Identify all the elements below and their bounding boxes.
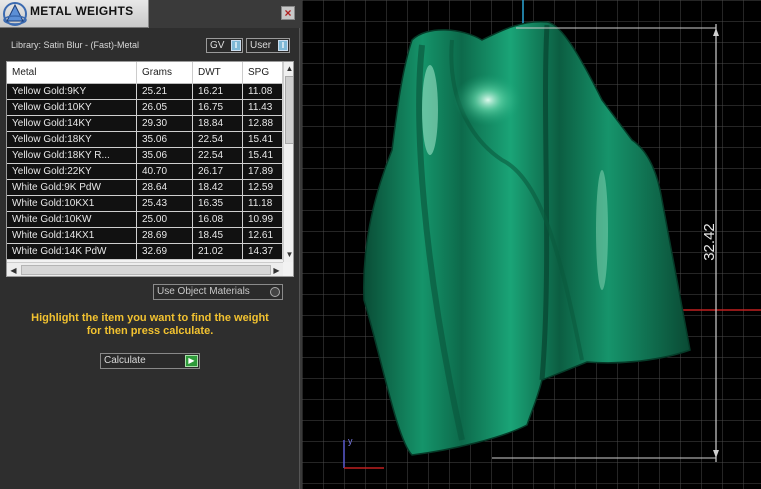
scroll-up-icon[interactable]: ▲ <box>284 63 293 74</box>
metal-cell: White Gold:10KW <box>7 212 137 227</box>
metal-cell: White Gold:10KX1 <box>7 196 137 211</box>
table-row[interactable]: Yellow Gold:18KY R... 35.06 22.54 15.41 <box>7 148 283 164</box>
scroll-down-icon[interactable]: ▼ <box>284 249 293 260</box>
dimension-label: 32.42 <box>701 223 718 261</box>
grams-cell: 25.43 <box>137 196 193 211</box>
table-row[interactable]: Yellow Gold:10KY 26.05 16.75 11.43 <box>7 100 283 116</box>
table-row[interactable]: White Gold:14KX1 28.69 18.45 12.61 <box>7 228 283 244</box>
viewport-canvas: 32.42 y <box>302 0 761 489</box>
spg-cell: 11.08 <box>243 84 283 99</box>
spg-cell: 12.59 <box>243 180 283 195</box>
dwt-cell: 18.84 <box>193 116 243 131</box>
table-row[interactable]: Yellow Gold:22KY 40.70 26.17 17.89 <box>7 164 283 180</box>
column-header-metal[interactable]: Metal <box>7 62 137 84</box>
axis-y-label: y <box>348 436 353 446</box>
scroll-left-icon[interactable]: ◀ <box>8 265 19 276</box>
toggle-switch-icon: I <box>231 40 241 51</box>
title-tab-area <box>148 0 300 28</box>
table-row[interactable]: White Gold:14K PdW 32.69 21.02 14.37 <box>7 244 283 260</box>
metal-cell: White Gold:14KX1 <box>7 228 137 243</box>
grams-cell: 26.05 <box>137 100 193 115</box>
metal-cell: Yellow Gold:10KY <box>7 100 137 115</box>
play-arrow-icon: ▶ <box>185 355 198 367</box>
table-header: Metal Grams DWT SPG <box>7 62 283 84</box>
spg-cell: 12.88 <box>243 116 283 131</box>
grams-cell: 28.69 <box>137 228 193 243</box>
spg-cell: 15.41 <box>243 132 283 147</box>
dwt-cell: 18.42 <box>193 180 243 195</box>
dwt-cell: 26.17 <box>193 164 243 179</box>
metal-cell: Yellow Gold:22KY <box>7 164 137 179</box>
metal-cell: Yellow Gold:9KY <box>7 84 137 99</box>
metal-table: Metal Grams DWT SPG Yellow Gold:9KY 25.21… <box>6 61 294 277</box>
metal-cell: Yellow Gold:18KY <box>7 132 137 147</box>
close-button[interactable]: × <box>281 6 295 20</box>
dwt-cell: 22.54 <box>193 132 243 147</box>
spg-cell: 10.99 <box>243 212 283 227</box>
scroll-thumb[interactable] <box>21 265 271 275</box>
use-object-materials-label: Use Object Materials <box>157 286 250 297</box>
app-logo-icon <box>3 2 27 26</box>
dwt-cell: 16.35 <box>193 196 243 211</box>
grams-cell: 25.00 <box>137 212 193 227</box>
calculate-label: Calculate <box>104 355 146 366</box>
use-object-materials-toggle[interactable]: Use Object Materials <box>153 284 283 300</box>
spg-cell: 12.61 <box>243 228 283 243</box>
gv-toggle[interactable]: GV I <box>206 38 243 53</box>
spg-cell: 11.43 <box>243 100 283 115</box>
vertical-scrollbar[interactable]: ▲ ▼ <box>283 62 293 262</box>
instruction-text: Highlight the item you want to find the … <box>10 312 290 338</box>
table-body: Yellow Gold:9KY 25.21 16.21 11.08 Yellow Gol… <box>7 84 283 260</box>
table-row[interactable]: Yellow Gold:18KY 35.06 22.54 15.41 <box>7 132 283 148</box>
metal-cell: White Gold:9K PdW <box>7 180 137 195</box>
metal-cell: White Gold:14K PdW <box>7 244 137 259</box>
metal-cell: Yellow Gold:18KY R... <box>7 148 137 163</box>
user-toggle[interactable]: User I <box>246 38 290 53</box>
column-header-dwt[interactable]: DWT <box>193 62 243 84</box>
metal-cell: Yellow Gold:14KY <box>7 116 137 131</box>
table-row[interactable]: White Gold:10KX1 25.43 16.35 11.18 <box>7 196 283 212</box>
dwt-cell: 16.21 <box>193 84 243 99</box>
calculate-button[interactable]: Calculate ▶ <box>100 353 200 369</box>
column-header-spg[interactable]: SPG <box>243 62 283 84</box>
dwt-cell: 16.08 <box>193 212 243 227</box>
dwt-cell: 16.75 <box>193 100 243 115</box>
panel-title: METAL WEIGHTS <box>30 4 134 18</box>
dwt-cell: 18.45 <box>193 228 243 243</box>
grams-cell: 29.30 <box>137 116 193 131</box>
library-label: Library: Satin Blur - (Fast)-Metal <box>11 40 140 50</box>
grams-cell: 40.70 <box>137 164 193 179</box>
table-row[interactable]: White Gold:9K PdW 28.64 18.42 12.59 <box>7 180 283 196</box>
scroll-thumb[interactable] <box>285 76 293 144</box>
grams-cell: 25.21 <box>137 84 193 99</box>
table-row[interactable]: Yellow Gold:14KY 29.30 18.84 12.88 <box>7 116 283 132</box>
radio-icon <box>270 287 280 297</box>
instruction-line-1: Highlight the item you want to find the … <box>31 312 269 324</box>
metal-weights-panel: METAL WEIGHTS × Library: Satin Blur - (F… <box>0 0 300 489</box>
table-row[interactable]: White Gold:10KW 25.00 16.08 10.99 <box>7 212 283 228</box>
instruction-line-2: for then press calculate. <box>86 325 214 337</box>
spg-cell: 15.41 <box>243 148 283 163</box>
grams-cell: 35.06 <box>137 148 193 163</box>
spg-cell: 17.89 <box>243 164 283 179</box>
grams-cell: 35.06 <box>137 132 193 147</box>
column-header-grams[interactable]: Grams <box>137 62 193 84</box>
user-toggle-label: User <box>250 40 272 51</box>
panel-titlebar: METAL WEIGHTS × <box>0 0 300 28</box>
grams-cell: 32.69 <box>137 244 193 259</box>
dwt-cell: 22.54 <box>193 148 243 163</box>
close-icon: × <box>284 6 292 20</box>
scroll-right-icon[interactable]: ▶ <box>271 265 282 276</box>
spg-cell: 14.37 <box>243 244 283 259</box>
spg-cell: 11.18 <box>243 196 283 211</box>
horizontal-scrollbar[interactable]: ◀ ▶ <box>7 262 283 276</box>
grams-cell: 28.64 <box>137 180 193 195</box>
3d-viewport[interactable]: 32.42 y <box>302 0 761 489</box>
gv-toggle-label: GV <box>210 40 225 51</box>
dwt-cell: 21.02 <box>193 244 243 259</box>
toggle-switch-icon: I <box>278 40 288 51</box>
table-row[interactable]: Yellow Gold:9KY 25.21 16.21 11.08 <box>7 84 283 100</box>
